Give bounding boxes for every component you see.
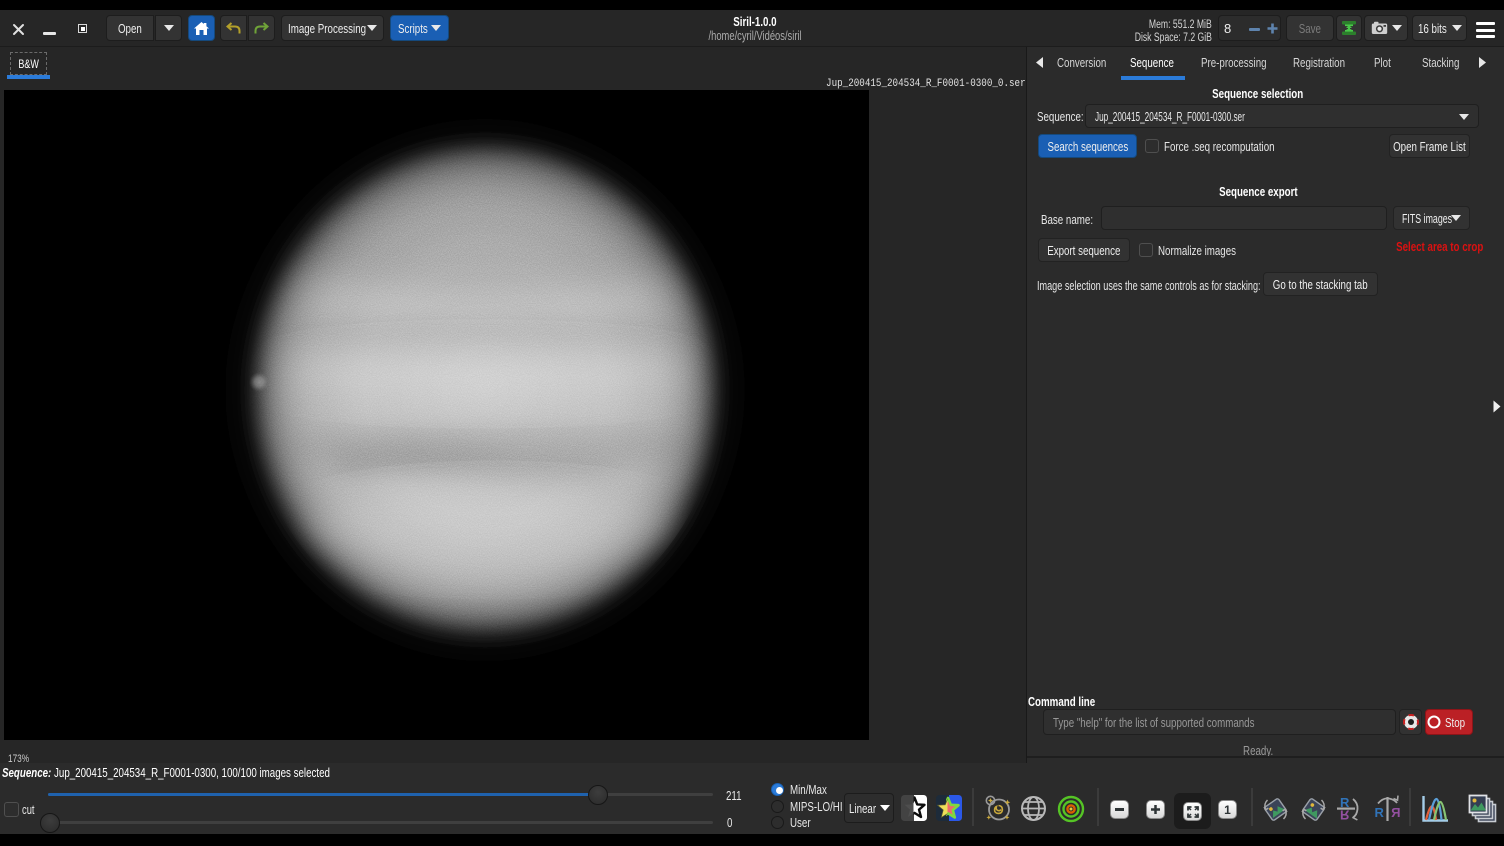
svg-text:R: R (1375, 805, 1385, 820)
svg-text:R: R (1391, 805, 1401, 820)
svg-text:R: R (1340, 808, 1350, 823)
